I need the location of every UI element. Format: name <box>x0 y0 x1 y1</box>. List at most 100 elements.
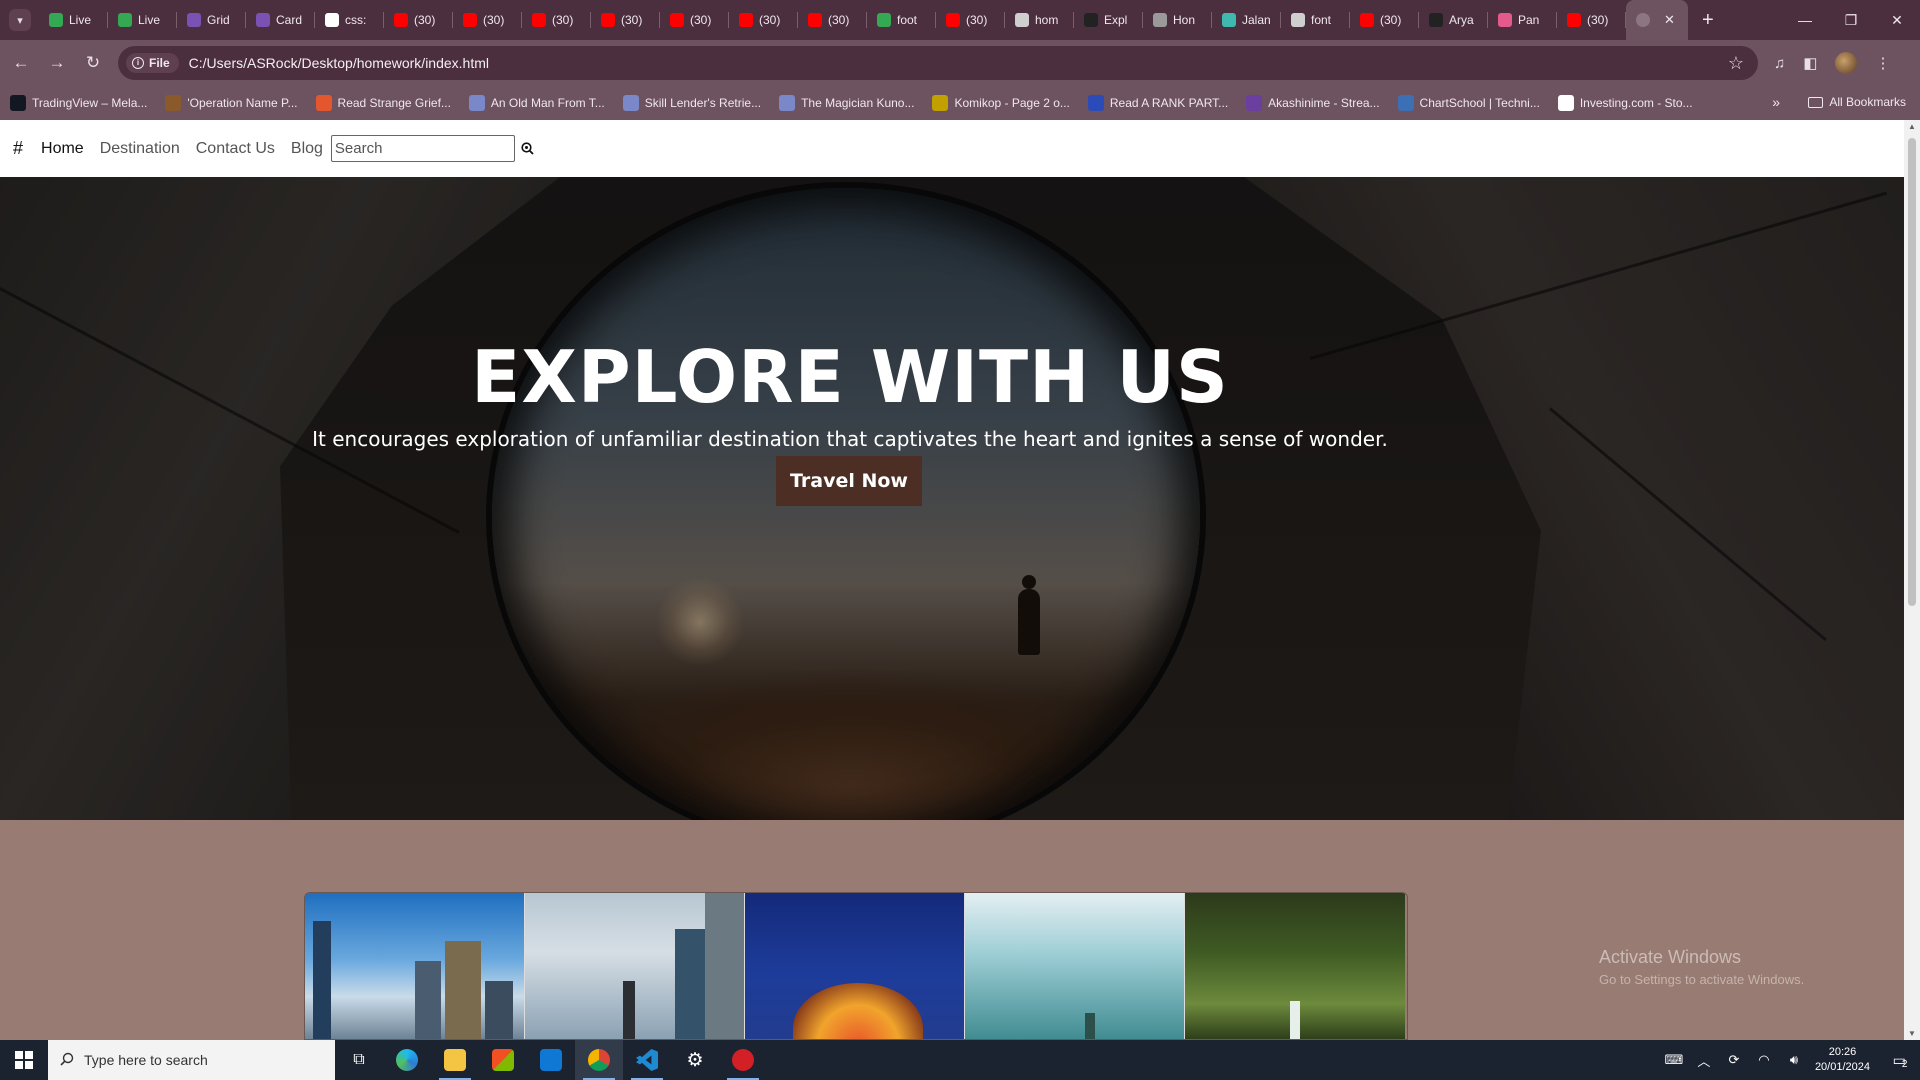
nav-contact-us[interactable]: Contact Us <box>196 140 275 158</box>
tab-active[interactable]: ✕ <box>1626 0 1688 40</box>
forward-icon[interactable]: → <box>40 46 74 80</box>
scroll-down-icon[interactable]: ▼ <box>1908 1029 1916 1038</box>
site-info-chip[interactable]: i File <box>126 53 179 73</box>
nav-destination[interactable]: Destination <box>100 140 180 158</box>
bookmark-label: Komikop - Page 2 o... <box>954 96 1070 110</box>
taskbar-file-explorer[interactable] <box>431 1040 479 1080</box>
site-brand[interactable]: # <box>13 138 23 159</box>
browser-tab[interactable]: css: <box>315 0 384 40</box>
taskbar-edge[interactable] <box>383 1040 431 1080</box>
browser-tab[interactable]: (30) <box>453 0 522 40</box>
gallery-card-city-skyline[interactable] <box>305 893 525 1039</box>
bookmark-item[interactable]: Skill Lender's Retrie... <box>622 95 761 111</box>
browser-tab[interactable]: (30) <box>936 0 1005 40</box>
taskbar-search-box[interactable]: Type here to search <box>48 1040 335 1080</box>
browser-tab[interactable]: Arya <box>1419 0 1488 40</box>
bookmark-item[interactable]: Akashinime - Strea... <box>1246 95 1380 111</box>
media-control-icon[interactable]: ♫ <box>1774 55 1785 72</box>
browser-tab[interactable]: (30) <box>1557 0 1626 40</box>
browser-tab[interactable]: (30) <box>522 0 591 40</box>
gallery-card-temple[interactable] <box>745 893 965 1039</box>
tradingview-icon <box>10 95 26 111</box>
hero-section: EXPLORE WITH US It encourages exploratio… <box>0 177 1904 820</box>
keyboard-layout-icon[interactable]: ⌨ <box>1659 1052 1689 1068</box>
more-bookmarks-icon[interactable]: » <box>1772 94 1780 110</box>
notification-center-button[interactable]: ▭ 2 <box>1880 1040 1920 1080</box>
menu-kebab-icon[interactable]: ⋮ <box>1875 54 1890 72</box>
close-tab-icon[interactable]: ✕ <box>1664 12 1675 28</box>
browser-tab[interactable]: (30) <box>384 0 453 40</box>
bookmark-star-icon[interactable]: ☆ <box>1728 53 1744 74</box>
taskbar-settings[interactable]: ⚙ <box>671 1040 719 1080</box>
vscode-icon <box>636 1049 658 1071</box>
browser-tab[interactable]: (30) <box>591 0 660 40</box>
profile-avatar[interactable] <box>1835 52 1858 74</box>
site-search-input[interactable] <box>330 135 515 162</box>
browser-tab[interactable]: Live <box>108 0 177 40</box>
bookmark-item[interactable]: An Old Man From T... <box>468 95 605 111</box>
bookmark-item[interactable]: Komikop - Page 2 o... <box>932 95 1070 111</box>
k-icon <box>315 95 332 111</box>
back-icon[interactable]: ← <box>4 46 38 80</box>
site-info-label: File <box>149 56 170 70</box>
bookmark-item[interactable]: ChartSchool | Techni... <box>1397 95 1540 111</box>
clock[interactable]: 20:26 20/01/2024 <box>1815 1045 1870 1075</box>
bookmark-item[interactable]: TradingView – Mela... <box>10 95 147 111</box>
browser-tab[interactable]: (30) <box>1350 0 1419 40</box>
youtube-icon <box>946 13 960 27</box>
browser-tab[interactable]: Jalan <box>1212 0 1281 40</box>
browser-tab[interactable]: (30) <box>660 0 729 40</box>
taskbar-vscode[interactable] <box>623 1040 671 1080</box>
nav-blog[interactable]: Blog <box>291 140 323 158</box>
bookmark-label: ChartSchool | Techni... <box>1419 96 1540 110</box>
taskbar-chrome[interactable] <box>575 1040 623 1080</box>
browser-tab[interactable]: Pan <box>1488 0 1557 40</box>
search-icon[interactable] <box>521 142 535 156</box>
taskbar-asrock[interactable] <box>719 1040 767 1080</box>
travel-now-button[interactable]: Travel Now <box>776 456 922 506</box>
close-window-icon[interactable]: ✕ <box>1874 0 1920 40</box>
browser-tab[interactable]: foot <box>867 0 936 40</box>
new-tab-icon[interactable]: + <box>1702 9 1714 32</box>
browser-tab[interactable]: font <box>1281 0 1350 40</box>
taskbar-mail[interactable] <box>527 1040 575 1080</box>
bookmark-item[interactable]: 'Operation Name P... <box>165 95 298 111</box>
browser-tab[interactable]: Card <box>246 0 315 40</box>
minimize-icon[interactable]: — <box>1782 0 1828 40</box>
page-scrollbar[interactable]: ▲ ▼ <box>1904 120 1920 1040</box>
scroll-up-icon[interactable]: ▲ <box>1908 122 1916 131</box>
all-bookmarks-button[interactable]: All Bookmarks <box>1808 95 1906 109</box>
browser-tab[interactable]: Live <box>39 0 108 40</box>
reload-icon[interactable]: ↻ <box>76 46 110 80</box>
gallery-card-lake-temple[interactable] <box>965 893 1185 1039</box>
task-view-button[interactable]: ⧉ <box>335 1040 383 1080</box>
browser-tab[interactable]: Hon <box>1143 0 1212 40</box>
address-bar[interactable]: i File C:/Users/ASRock/Desktop/homework/… <box>118 46 1758 80</box>
tab-label: Arya <box>1449 13 1474 27</box>
start-button[interactable] <box>0 1040 48 1080</box>
browser-tab[interactable]: hom <box>1005 0 1074 40</box>
youtube-icon <box>670 13 684 27</box>
browser-tab[interactable]: (30) <box>729 0 798 40</box>
gallery-card-waterfall[interactable] <box>1185 893 1405 1039</box>
nav-home[interactable]: Home <box>41 140 84 158</box>
tab-label: Hon <box>1173 13 1196 27</box>
bookmark-item[interactable]: Investing.com - Sto... <box>1557 95 1693 111</box>
restore-icon[interactable]: ❐ <box>1828 0 1874 40</box>
taskbar-store[interactable] <box>479 1040 527 1080</box>
bookmark-item[interactable]: Read A RANK PART... <box>1087 95 1228 111</box>
side-panel-icon[interactable]: ◧ <box>1803 54 1817 72</box>
bookmark-item[interactable]: Read Strange Grief... <box>315 95 451 111</box>
tray-chevron-icon[interactable]: ︿ <box>1689 1051 1719 1070</box>
tab-search-icon[interactable]: ▾ <box>9 9 31 31</box>
browser-tab[interactable]: (30) <box>798 0 867 40</box>
scroll-thumb[interactable] <box>1908 138 1916 606</box>
browser-tab[interactable]: Grid <box>177 0 246 40</box>
network-icon[interactable]: ◠ <box>1749 1052 1779 1068</box>
browser-tab[interactable]: Expl <box>1074 0 1143 40</box>
update-icon[interactable]: ⟳ <box>1719 1052 1749 1068</box>
bookmark-item[interactable]: The Magician Kuno... <box>779 95 914 111</box>
gallery-card-monument[interactable] <box>525 893 745 1039</box>
url-text[interactable]: C:/Users/ASRock/Desktop/homework/index.h… <box>189 55 489 71</box>
volume-icon[interactable]: 🔊︎ <box>1779 1052 1809 1068</box>
